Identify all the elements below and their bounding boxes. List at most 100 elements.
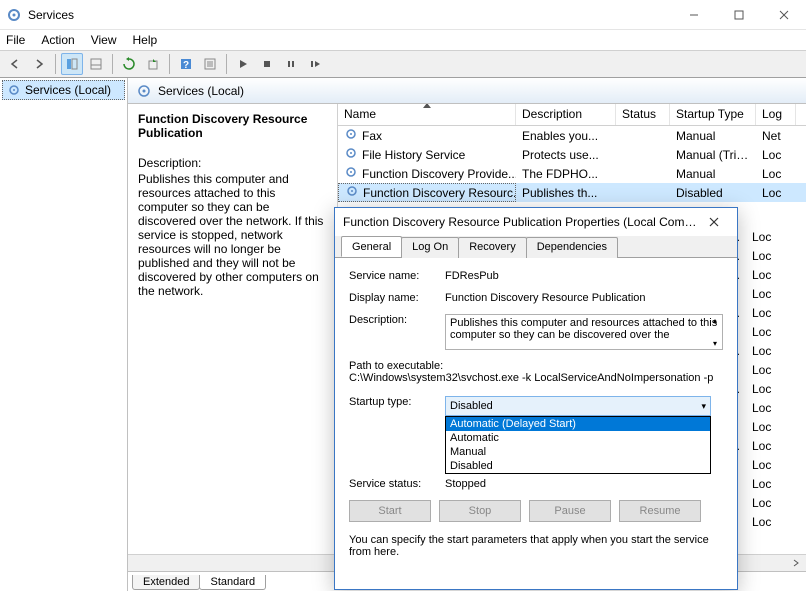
dropdown-option[interactable]: Disabled xyxy=(446,459,710,473)
lbl-service-name: Service name: xyxy=(349,270,445,282)
stop-button[interactable]: Stop xyxy=(439,500,521,522)
menubar: File Action View Help xyxy=(0,30,806,50)
chevron-down-icon: ▾ xyxy=(701,401,706,412)
menu-file[interactable]: File xyxy=(6,33,25,47)
panel-header-label: Services (Local) xyxy=(158,84,244,98)
table-row[interactable]: File History Service Protects use... Manua… xyxy=(338,145,806,164)
svc-logon: Loc xyxy=(746,496,786,510)
dropdown-option[interactable]: Manual xyxy=(446,445,710,459)
svc-logon: Loc xyxy=(756,186,796,200)
tab-standard[interactable]: Standard xyxy=(199,575,266,590)
lbl-display-name: Display name: xyxy=(349,292,445,304)
minimize-button[interactable] xyxy=(671,0,716,30)
start-button[interactable]: Start xyxy=(349,500,431,522)
tree-root-label: Services (Local) xyxy=(25,83,111,97)
tree-root[interactable]: Services (Local) xyxy=(2,80,125,100)
startup-dropdown[interactable]: Automatic (Delayed Start)AutomaticManual… xyxy=(445,416,711,474)
val-service-status: Stopped xyxy=(445,478,723,490)
val-path: C:\Windows\system32\svchost.exe -k Local… xyxy=(349,372,723,384)
startup-type-select[interactable]: Disabled ▾ xyxy=(445,396,711,416)
forward-button[interactable] xyxy=(28,53,50,75)
show-tree-button[interactable] xyxy=(61,53,83,75)
detail-pane-button[interactable] xyxy=(85,53,107,75)
svc-logon: Loc xyxy=(746,306,786,320)
svg-text:?: ? xyxy=(183,60,189,71)
control-buttons: Start Stop Pause Resume xyxy=(349,500,723,522)
gear-icon xyxy=(344,146,358,163)
pause-button[interactable]: Pause xyxy=(529,500,611,522)
svc-logon: Loc xyxy=(756,167,796,181)
tab-dependencies[interactable]: Dependencies xyxy=(526,237,618,258)
svc-logon: Loc xyxy=(746,249,786,263)
start-params-hint: You can specify the start parameters tha… xyxy=(349,534,723,558)
svc-type: Manual (Trig... xyxy=(670,148,756,162)
col-description[interactable]: Description xyxy=(516,104,616,125)
menu-help[interactable]: Help xyxy=(133,33,158,47)
maximize-button[interactable] xyxy=(716,0,761,30)
menu-action[interactable]: Action xyxy=(41,33,74,47)
col-status[interactable]: Status xyxy=(616,104,670,125)
svc-name: Function Discovery Resourc... xyxy=(363,186,516,200)
gear-icon xyxy=(344,127,358,144)
val-description: Publishes this computer and resources at… xyxy=(450,317,717,341)
dropdown-option[interactable]: Automatic xyxy=(446,431,710,445)
svc-desc: Enables you... xyxy=(516,129,616,143)
scroll-up-icon[interactable]: ▴ xyxy=(709,316,721,325)
stop-service-button[interactable] xyxy=(256,53,278,75)
dialog-tabs: General Log On Recovery Dependencies xyxy=(335,236,737,258)
gear-icon xyxy=(344,165,358,182)
list-rows: FaxEnables you...ManualNetFile History S… xyxy=(338,126,806,202)
val-service-name: FDResPub xyxy=(445,270,723,282)
lbl-startup-type: Startup type: xyxy=(349,396,445,416)
restart-service-button[interactable] xyxy=(304,53,326,75)
col-logon[interactable]: Log xyxy=(756,104,796,125)
svc-logon: Loc xyxy=(746,477,786,491)
menu-view[interactable]: View xyxy=(91,33,117,47)
svc-desc: The FDPHO... xyxy=(516,167,616,181)
scroll-down-icon[interactable]: ▾ xyxy=(709,339,721,348)
lbl-service-status: Service status: xyxy=(349,478,445,490)
svc-desc: Protects use... xyxy=(516,148,616,162)
export-button[interactable] xyxy=(142,53,164,75)
resume-button[interactable]: Resume xyxy=(619,500,701,522)
help-button[interactable]: ? xyxy=(175,53,197,75)
svc-logon: Loc xyxy=(746,363,786,377)
gear-icon xyxy=(7,83,21,97)
svc-logon: Loc xyxy=(746,420,786,434)
pause-service-button[interactable] xyxy=(280,53,302,75)
tab-extended[interactable]: Extended xyxy=(132,575,200,590)
description-text: Publishes this computer and resources at… xyxy=(138,172,327,298)
svc-logon: Loc xyxy=(746,287,786,301)
detail-panel: Function Discovery Resource Publication … xyxy=(128,104,338,571)
tab-logon[interactable]: Log On xyxy=(401,237,459,258)
svc-name: File History Service xyxy=(362,148,465,162)
svc-logon: Loc xyxy=(746,230,786,244)
titlebar: Services xyxy=(0,0,806,30)
dialog-titlebar: Function Discovery Resource Publication … xyxy=(335,208,737,236)
col-name[interactable]: Name xyxy=(338,104,516,125)
refresh-button[interactable] xyxy=(118,53,140,75)
window-title: Services xyxy=(28,8,671,22)
scroll-right-icon[interactable] xyxy=(787,556,804,571)
tab-general[interactable]: General xyxy=(341,236,402,257)
back-button[interactable] xyxy=(4,53,26,75)
dropdown-option[interactable]: Automatic (Delayed Start) xyxy=(446,417,710,431)
gear-icon xyxy=(136,83,152,99)
svc-name: Function Discovery Provide... xyxy=(362,167,516,181)
close-button[interactable] xyxy=(761,0,806,30)
description-box[interactable]: Publishes this computer and resources at… xyxy=(445,314,723,350)
start-service-button[interactable] xyxy=(232,53,254,75)
dialog-close-button[interactable] xyxy=(699,211,729,233)
table-row[interactable]: FaxEnables you...ManualNet xyxy=(338,126,806,145)
svc-logon: Loc xyxy=(746,515,786,529)
col-startup-type[interactable]: Startup Type xyxy=(670,104,756,125)
svc-logon: Loc xyxy=(746,344,786,358)
services-app-icon xyxy=(6,7,22,23)
svc-desc: Publishes th... xyxy=(516,186,616,200)
tab-recovery[interactable]: Recovery xyxy=(458,237,526,258)
lbl-path: Path to executable: xyxy=(349,360,723,372)
panel-header: Services (Local) xyxy=(128,78,806,104)
table-row[interactable]: Function Discovery Resourc...Publishes t… xyxy=(338,183,806,202)
table-row[interactable]: Function Discovery Provide...The FDPHO..… xyxy=(338,164,806,183)
properties-button[interactable] xyxy=(199,53,221,75)
